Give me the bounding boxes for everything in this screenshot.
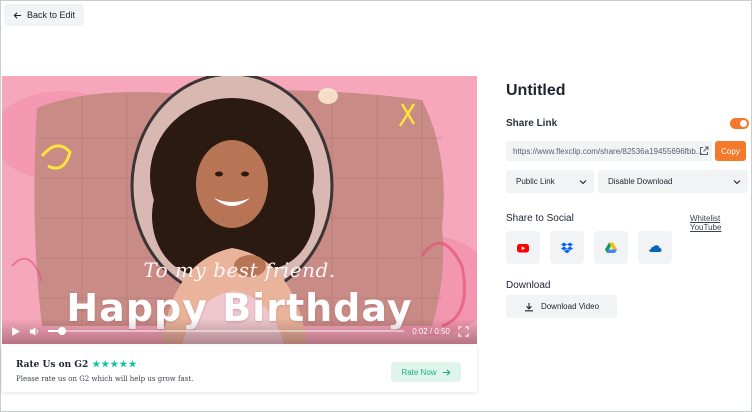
share-url-field[interactable]: https://www.flexclip.com/share/82536a194… xyxy=(506,141,712,161)
rate-title: Rate Us on G2 xyxy=(16,360,89,370)
download-permission-value: Disable Download xyxy=(608,177,673,186)
back-to-edit-button[interactable]: Back to Edit xyxy=(4,4,85,26)
visibility-select-value: Public Link xyxy=(516,177,555,186)
share-onedrive-button[interactable] xyxy=(638,231,672,264)
share-google-drive-button[interactable] xyxy=(594,231,628,264)
rate-us-card: Rate Us on G2 ★★★★★ Please rate us on G2… xyxy=(2,346,477,392)
youtube-icon xyxy=(517,243,529,252)
share-link-label: Share Link xyxy=(506,118,558,129)
rating-stars: ★★★★★ xyxy=(92,360,138,370)
video-player[interactable]: To my best friend. Happy Birthday 0:02 /… xyxy=(2,76,477,344)
share-link-toggle[interactable] xyxy=(730,118,749,129)
back-to-edit-label: Back to Edit xyxy=(27,10,76,20)
download-icon xyxy=(524,302,533,311)
whitelist-youtube-link[interactable]: Whitelist YouTube xyxy=(690,214,752,232)
onedrive-icon xyxy=(649,244,662,252)
video-controls: 0:02 / 0:50 xyxy=(2,318,477,344)
volume-icon[interactable] xyxy=(29,326,40,337)
share-to-social-label: Share to Social xyxy=(506,213,574,224)
rate-now-label: Rate Now xyxy=(401,367,437,377)
project-title[interactable]: Untitled xyxy=(506,82,566,100)
download-video-label: Download Video xyxy=(540,302,600,311)
video-time: 0:02 / 0:50 xyxy=(412,326,450,336)
video-caption-line1: To my best friend. xyxy=(143,258,336,282)
visibility-select[interactable]: Public Link xyxy=(506,170,594,193)
rate-now-button[interactable]: Rate Now xyxy=(391,362,461,382)
rate-subtitle: Please rate us on G2 which will help us … xyxy=(16,375,194,383)
google-drive-icon xyxy=(605,242,617,253)
video-progress-bar[interactable] xyxy=(48,327,405,335)
share-dropbox-button[interactable] xyxy=(550,231,584,264)
video-progress-knob[interactable] xyxy=(58,327,67,335)
chevron-down-icon xyxy=(733,179,741,184)
fullscreen-icon[interactable] xyxy=(458,325,469,337)
chevron-down-icon xyxy=(579,179,587,184)
download-section-label: Download xyxy=(506,280,551,291)
play-icon[interactable] xyxy=(10,326,21,337)
copy-button[interactable]: Copy xyxy=(715,141,746,161)
arrow-right-icon xyxy=(442,368,450,376)
download-video-button[interactable]: Download Video xyxy=(506,295,617,318)
share-youtube-button[interactable] xyxy=(506,231,540,264)
download-permission-select[interactable]: Disable Download xyxy=(598,170,748,193)
dropbox-icon xyxy=(561,242,573,253)
rate-title-row: Rate Us on G2 ★★★★★ xyxy=(16,360,138,370)
open-external-icon[interactable] xyxy=(699,146,709,156)
arrow-left-icon xyxy=(13,11,22,19)
